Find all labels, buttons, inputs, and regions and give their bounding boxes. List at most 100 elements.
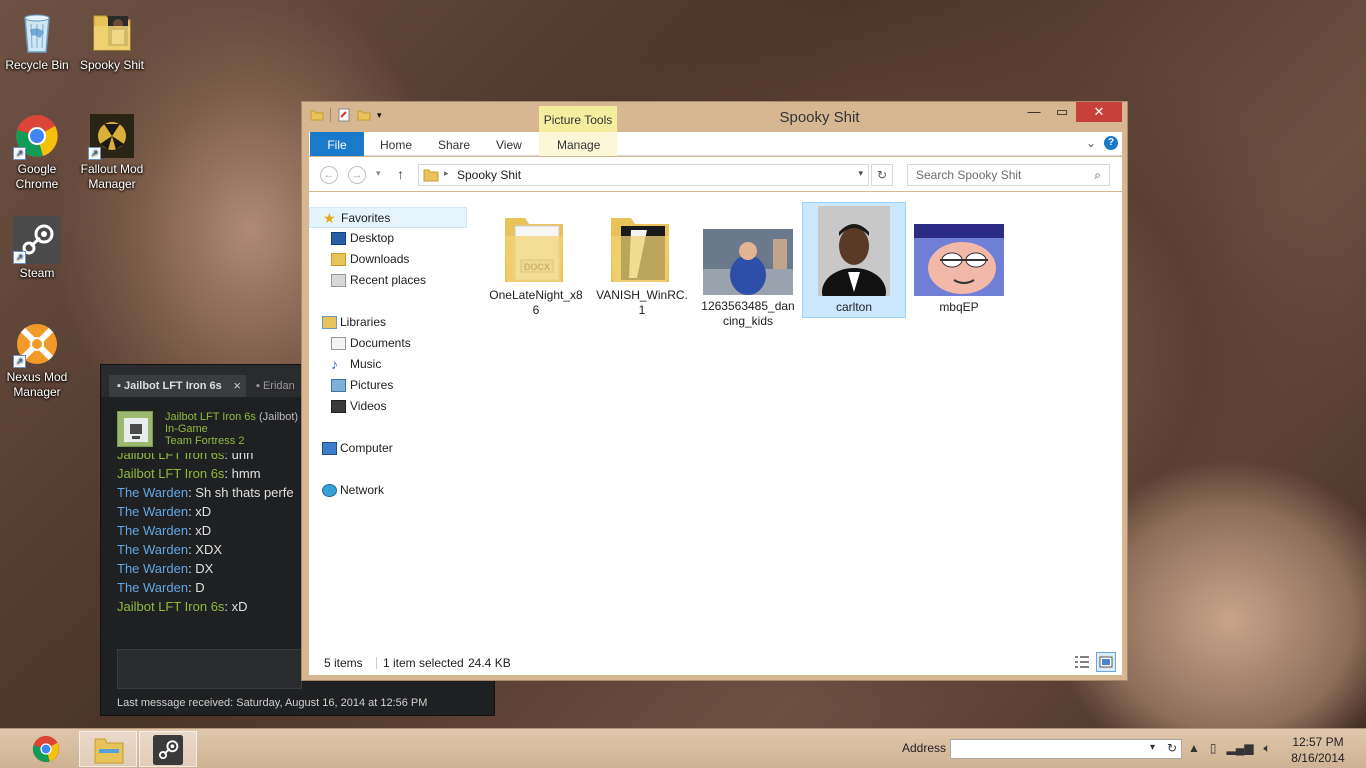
tab-home[interactable]: Home bbox=[380, 132, 412, 156]
image-thumbnail bbox=[818, 206, 890, 316]
nav-music[interactable]: ♪ Music bbox=[309, 354, 467, 375]
file-item-vanish[interactable]: VANISH_WinRC.1 bbox=[590, 202, 694, 318]
chat-tab-eridan[interactable]: ▪ Eridan bbox=[248, 375, 308, 397]
details-view-button[interactable] bbox=[1072, 652, 1092, 672]
chat-message-sender: The Warden bbox=[117, 542, 189, 557]
chat-input[interactable] bbox=[117, 649, 302, 689]
help-icon[interactable]: ? bbox=[1104, 136, 1118, 150]
power-icon[interactable]: ▯ bbox=[1210, 741, 1217, 756]
back-button[interactable]: ← bbox=[320, 166, 338, 184]
address-dropdown-icon[interactable]: ▾ bbox=[858, 168, 863, 179]
recent-locations-icon[interactable]: ▾ bbox=[376, 168, 381, 179]
title-bar[interactable]: ▾ Picture Tools Spooky Shit — ▭ ✕ bbox=[302, 102, 1127, 132]
taskbar: Address ▾ ↻ ▲ ▯ ▂▄▆ 🔈︎ 12:57 PM 8/16/201… bbox=[0, 728, 1366, 768]
address-toolbar-input[interactable]: ▾ ↻ bbox=[950, 739, 1182, 759]
recent-places-icon bbox=[331, 274, 346, 287]
taskbar-file-explorer-button[interactable] bbox=[79, 731, 137, 767]
shortcut-arrow-icon: ↗ bbox=[88, 147, 101, 160]
file-item-dancing-kids[interactable]: 1263563485_dancing_kids bbox=[696, 202, 800, 328]
nav-desktop[interactable]: Desktop bbox=[309, 228, 467, 249]
nav-label: Favorites bbox=[341, 211, 391, 225]
desktop-icon-recycle-bin[interactable]: Recycle Bin bbox=[1, 8, 73, 73]
address-box[interactable]: ▸ Spooky Shit ▾ bbox=[418, 164, 869, 186]
clock-time: 12:57 PM bbox=[1292, 735, 1344, 749]
chat-tab-jailbot[interactable]: ▪ Jailbot LFT Iron 6s × bbox=[109, 375, 246, 397]
clock[interactable]: 12:57 PM 8/16/2014 bbox=[1286, 734, 1350, 766]
desktop-icon-nexus-mod-manager[interactable]: ↗ Nexus Mod Manager bbox=[1, 320, 73, 400]
nav-label: Recent places bbox=[350, 273, 427, 287]
search-icon[interactable]: ⌕ bbox=[1094, 165, 1101, 185]
tab-view[interactable]: View bbox=[496, 132, 522, 156]
nav-network[interactable]: Network bbox=[309, 480, 467, 501]
friend-info: Jailbot LFT Iron 6s (Jailbot) In-Game Te… bbox=[165, 411, 298, 447]
chat-message-sender: The Warden bbox=[117, 523, 189, 538]
chrome-icon: ↗ bbox=[13, 112, 61, 160]
chat-message: The Warden: XDX bbox=[117, 540, 317, 559]
breadcrumb[interactable]: Spooky Shit bbox=[457, 168, 521, 182]
desktop-icon-spooky-folder[interactable]: Spooky Shit bbox=[76, 8, 148, 73]
friend-game: Team Fortress 2 bbox=[165, 435, 245, 447]
chat-message: The Warden: xD bbox=[117, 502, 317, 521]
desktop-icon-label: Nexus Mod Manager bbox=[6, 370, 68, 399]
desktop-icon-label: Fallout Mod Manager bbox=[80, 162, 144, 191]
refresh-button[interactable]: ↻ bbox=[871, 164, 893, 186]
desktop-icon-fallout-mod-manager[interactable]: ↗ Fallout Mod Manager bbox=[76, 112, 148, 192]
maximize-button[interactable]: ▭ bbox=[1048, 102, 1076, 122]
chat-message-sender: The Warden bbox=[117, 580, 189, 595]
file-list[interactable]: DOCX OneLateNight_x86 VANISH_WinRC.1 bbox=[469, 192, 1122, 649]
file-item-onelatenight[interactable]: DOCX OneLateNight_x86 bbox=[484, 202, 588, 318]
show-hidden-icons-icon[interactable]: ▲ bbox=[1188, 741, 1200, 756]
close-button[interactable]: ✕ bbox=[1076, 102, 1122, 122]
nav-libraries[interactable]: Libraries bbox=[309, 312, 467, 333]
minimize-button[interactable]: — bbox=[1020, 102, 1048, 122]
file-name: VANISH_WinRC.1 bbox=[596, 288, 688, 317]
file-item-carlton[interactable]: carlton bbox=[802, 202, 906, 318]
nav-downloads[interactable]: Downloads bbox=[309, 249, 467, 270]
chat-message: The Warden: xD bbox=[117, 521, 317, 540]
refresh-icon[interactable]: ↻ bbox=[1167, 741, 1177, 755]
desktop-icon-google-chrome[interactable]: ↗ Google Chrome bbox=[1, 112, 73, 192]
folder-icon bbox=[88, 8, 136, 56]
breadcrumb-arrow-icon: ▸ bbox=[444, 168, 449, 178]
window-title: Spooky Shit bbox=[779, 109, 860, 126]
search-input[interactable]: Search Spooky Shit ⌕ bbox=[907, 164, 1110, 186]
network-signal-icon[interactable]: ▂▄▆ bbox=[1227, 741, 1254, 756]
nav-label: Libraries bbox=[340, 315, 387, 329]
view-switcher bbox=[1072, 652, 1116, 672]
item-count: 5 items bbox=[324, 656, 363, 670]
large-icons-view-button[interactable] bbox=[1096, 652, 1116, 672]
volume-icon[interactable]: 🔈︎ bbox=[1263, 741, 1270, 756]
nav-label: Music bbox=[350, 357, 382, 371]
friend-alias: (Jailbot) bbox=[258, 411, 299, 423]
nav-videos[interactable]: Videos bbox=[309, 396, 467, 417]
nav-favorites[interactable]: ★ Favorites bbox=[309, 207, 467, 228]
navigation-pane: ★ Favorites Desktop Downloads Recent pla… bbox=[309, 192, 469, 649]
address-dropdown-icon[interactable]: ▾ bbox=[1150, 742, 1155, 753]
window-controls: — ▭ ✕ bbox=[1020, 102, 1122, 122]
nav-documents[interactable]: Documents bbox=[309, 333, 467, 354]
nav-label: Pictures bbox=[350, 378, 394, 392]
taskbar-steam-button[interactable] bbox=[139, 731, 197, 767]
tab-share[interactable]: Share bbox=[438, 132, 470, 156]
nav-computer[interactable]: Computer bbox=[309, 438, 467, 459]
desktop-icon-label: Recycle Bin bbox=[5, 58, 69, 72]
nav-pictures[interactable]: Pictures bbox=[309, 375, 467, 396]
taskbar-chrome-button[interactable] bbox=[17, 731, 75, 767]
friend-avatar[interactable] bbox=[117, 411, 153, 447]
close-tab-icon[interactable]: × bbox=[233, 375, 241, 397]
expand-ribbon-icon[interactable]: ⌄ bbox=[1086, 136, 1096, 150]
chat-message-text: D bbox=[195, 580, 205, 595]
chat-message: Jailbot LFT Iron 6s: uhh bbox=[117, 453, 317, 464]
tab-file[interactable]: File bbox=[310, 132, 364, 156]
desktop-icon-steam[interactable]: ↗ Steam bbox=[1, 216, 73, 281]
file-item-mbqep[interactable]: mbqEP bbox=[907, 202, 1011, 318]
nav-label: Network bbox=[340, 483, 385, 497]
tab-manage[interactable]: Manage bbox=[557, 132, 600, 156]
nav-recent-places[interactable]: Recent places bbox=[309, 270, 467, 291]
chat-message-log[interactable]: Jailbot LFT Iron 6s: uhh Jailbot LFT Iron… bbox=[117, 453, 317, 643]
recycle-bin-icon bbox=[13, 8, 61, 56]
up-button[interactable]: ↑ bbox=[397, 166, 404, 182]
chat-message-sender: The Warden bbox=[117, 504, 189, 519]
forward-button[interactable]: → bbox=[348, 166, 366, 184]
search-placeholder: Search Spooky Shit bbox=[916, 168, 1022, 182]
